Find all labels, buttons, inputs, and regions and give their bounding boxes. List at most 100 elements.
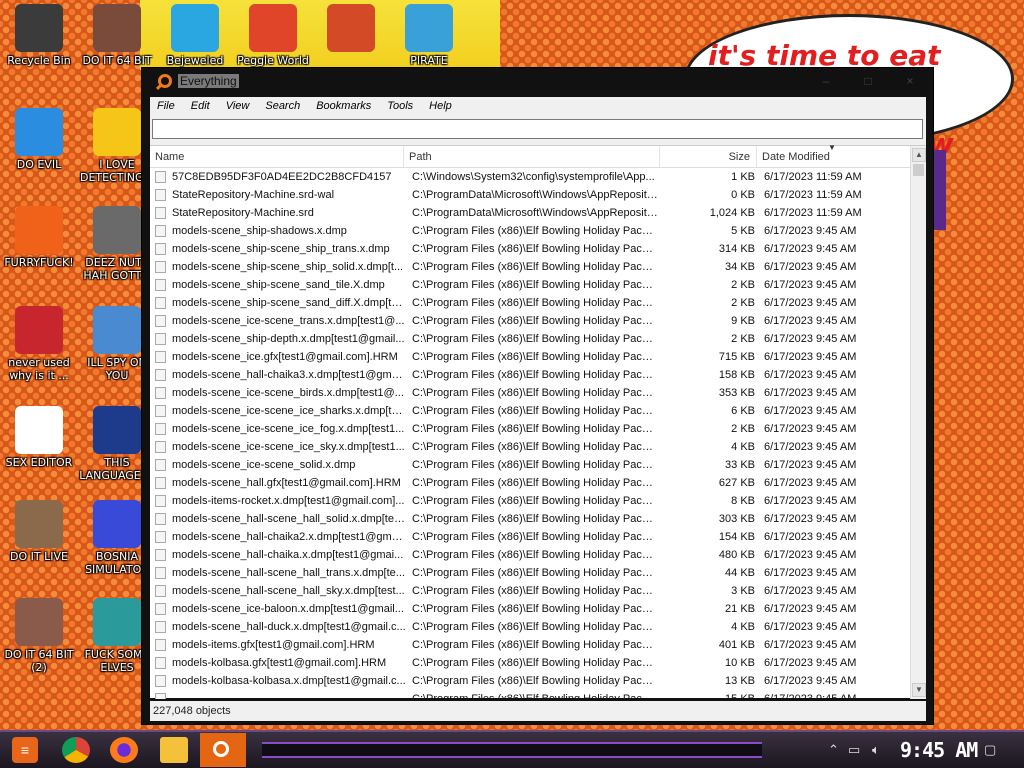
- file-date-cell: 6/17/2023 11:59 AM: [764, 171, 862, 183]
- table-row[interactable]: models-scene_ship-scene_sand_tile.X.dmp C…: [150, 276, 910, 294]
- start-button[interactable]: ≡: [12, 737, 38, 763]
- table-row[interactable]: models-scene_hall.gfx[test1@gmail.com].H…: [150, 474, 910, 492]
- scroll-thumb[interactable]: [913, 164, 924, 176]
- desktop-icon-do-it-live[interactable]: DO IT LIVE: [0, 500, 78, 563]
- menu-view[interactable]: View: [219, 100, 259, 112]
- file-icon: [155, 675, 166, 687]
- file-name-cell: models-kolbasa.gfx[test1@gmail.com].HRM: [172, 657, 387, 669]
- table-row[interactable]: models-scene_ice-baloon.x.dmp[test1@gmai…: [150, 600, 910, 618]
- taskbar-clock[interactable]: 9:45 AM: [900, 738, 978, 762]
- minimize-button[interactable]: –: [805, 68, 847, 94]
- file-name-cell: models-scene_ship-shadows.x.dmp: [172, 225, 347, 237]
- table-row[interactable]: StateRepository-Machine.srd-wal C:\Progra…: [150, 186, 910, 204]
- table-row[interactable]: models-items.gfx[test1@gmail.com].HRM C:\…: [150, 636, 910, 654]
- desktop-icon-dev-cpp[interactable]: never used why is it ...: [0, 306, 78, 382]
- desktop-icon-label: DO IT 64 BIT: [82, 54, 152, 67]
- table-row[interactable]: models-scene_ship-scene_sand_diff.X.dmp[…: [150, 294, 910, 312]
- file-path-cell: C:\Program Files (x86)\Elf Bowling Holid…: [412, 297, 658, 309]
- table-row[interactable]: models-scene_ship-depth.x.dmp[test1@gmai…: [150, 330, 910, 348]
- table-row[interactable]: models-scene_ice-scene_ice_sky.x.dmp[tes…: [150, 438, 910, 456]
- scroll-up-button[interactable]: ▲: [912, 148, 926, 162]
- table-row[interactable]: 57C8EDB95DF3F0AD4EE2DC2B8CFD4157 C:\Windo…: [150, 168, 910, 186]
- file-icon: [155, 225, 166, 237]
- menu-search[interactable]: Search: [258, 100, 309, 112]
- file-path-cell: C:\Program Files (x86)\Elf Bowling Holid…: [412, 603, 658, 615]
- file-path-cell: C:\Program Files (x86)\Elf Bowling Holid…: [412, 279, 658, 291]
- desktop-icon-pirate[interactable]: PIRATE: [390, 4, 468, 67]
- table-row[interactable]: models-scene_hall-chaika2.x.dmp[test1@gm…: [150, 528, 910, 546]
- desktop-icon-firefox[interactable]: FURRYFUCK!: [0, 206, 78, 269]
- table-row[interactable]: models-scene_ice-scene_solid.x.dmp C:\Pro…: [150, 456, 910, 474]
- table-row[interactable]: ... C:\Program Files (x86)\Elf Bowling Ho…: [150, 690, 910, 699]
- file-size-cell: 4 KB: [731, 621, 755, 633]
- file-name-cell: StateRepository-Machine.srd-wal: [172, 189, 335, 201]
- file-icon: [155, 639, 166, 651]
- file-size-cell: 3 KB: [731, 585, 755, 597]
- table-row[interactable]: models-scene_ship-shadows.x.dmp C:\Progra…: [150, 222, 910, 240]
- table-row[interactable]: models-scene_ship-scene_ship_solid.x.dmp…: [150, 258, 910, 276]
- search-input[interactable]: [152, 119, 923, 139]
- desktop-icon-powerpoint[interactable]: [312, 4, 390, 52]
- title-bar[interactable]: Everything – □ ×: [142, 68, 933, 94]
- table-row[interactable]: models-scene_hall-scene_hall_sky.x.dmp[t…: [150, 582, 910, 600]
- file-date-cell: 6/17/2023 9:45 AM: [764, 261, 857, 273]
- table-row[interactable]: StateRepository-Machine.srd C:\ProgramDat…: [150, 204, 910, 222]
- deez-nuts-icon: [93, 206, 141, 254]
- chevron-up-icon[interactable]: ⌃: [828, 742, 839, 758]
- file-date-cell: 6/17/2023 11:59 AM: [764, 189, 862, 201]
- table-row[interactable]: models-scene_ice.gfx[test1@gmail.com].HR…: [150, 348, 910, 366]
- desktop-icon-do-it-64-bit-2[interactable]: DO IT 64 BIT (2): [0, 598, 78, 674]
- firefox-taskbar-icon[interactable]: [110, 737, 138, 763]
- column-header-size[interactable]: Size: [660, 146, 757, 168]
- scroll-down-button[interactable]: ▼: [912, 683, 926, 697]
- table-row[interactable]: models-scene_ice-scene_birds.x.dmp[test1…: [150, 384, 910, 402]
- everything-taskbar-button[interactable]: [200, 733, 246, 767]
- file-icon: [155, 351, 166, 363]
- file-size-cell: 4 KB: [731, 441, 755, 453]
- table-row[interactable]: models-scene_hall-scene_hall_solid.x.dmp…: [150, 510, 910, 528]
- table-row[interactable]: models-scene_ice-scene_ice_sharks.x.dmp[…: [150, 402, 910, 420]
- file-name-cell: models-scene_ice-scene_ice_fog.x.dmp[tes…: [172, 423, 405, 435]
- column-header-name[interactable]: Name: [150, 146, 404, 168]
- file-name-cell: models-scene_ice-scene_solid.x.dmp: [172, 459, 356, 471]
- menu-edit[interactable]: Edit: [184, 100, 219, 112]
- table-row[interactable]: models-scene_ice-scene_ice_fog.x.dmp[tes…: [150, 420, 910, 438]
- menu-bookmarks[interactable]: Bookmarks: [309, 100, 380, 112]
- file-icon: [155, 459, 166, 471]
- file-path-cell: C:\Program Files (x86)\Elf Bowling Holid…: [412, 369, 658, 381]
- desktop-icon-do-it-64-bit[interactable]: DO IT 64 BIT: [78, 4, 156, 67]
- table-row[interactable]: models-kolbasa-kolbasa.x.dmp[test1@gmail…: [150, 672, 910, 690]
- vertical-scrollbar[interactable]: ▲ ▼: [910, 146, 926, 699]
- desktop-icon-bejeweled[interactable]: Bejeweled: [156, 4, 234, 67]
- maximize-button[interactable]: □: [847, 68, 889, 94]
- table-row[interactable]: models-scene_hall-chaika3.x.dmp[test1@gm…: [150, 366, 910, 384]
- network-icon[interactable]: ▭: [848, 742, 860, 758]
- file-path-cell: C:\Program Files (x86)\Elf Bowling Holid…: [412, 567, 658, 579]
- desktop-icon-hxd[interactable]: SEX EDITOR: [0, 406, 78, 469]
- table-row[interactable]: models-scene_hall-scene_hall_trans.x.dmp…: [150, 564, 910, 582]
- chrome-taskbar-icon[interactable]: [62, 737, 90, 763]
- desktop-icon-chrome[interactable]: DO EVIL: [0, 108, 78, 171]
- menu-file[interactable]: File: [150, 100, 184, 112]
- file-path-cell: C:\Program Files (x86)\Elf Bowling Holid…: [412, 693, 658, 699]
- file-name-cell: models-scene_ship-depth.x.dmp[test1@gmai…: [172, 333, 405, 345]
- magnifier-icon: [158, 74, 172, 88]
- file-explorer-taskbar-icon[interactable]: [160, 737, 188, 763]
- file-size-cell: 1 KB: [731, 171, 755, 183]
- file-path-cell: C:\Program Files (x86)\Elf Bowling Holid…: [412, 423, 658, 435]
- table-row[interactable]: models-scene_ship-scene_ship_trans.x.dmp…: [150, 240, 910, 258]
- table-row[interactable]: models-scene_ice-scene_trans.x.dmp[test1…: [150, 312, 910, 330]
- table-row[interactable]: models-scene_hall-chaika.x.dmp[test1@gma…: [150, 546, 910, 564]
- column-header-path[interactable]: Path: [404, 146, 660, 168]
- close-button[interactable]: ×: [889, 68, 931, 94]
- desktop-icon-label: SEX EDITOR: [5, 456, 73, 469]
- table-row[interactable]: models-items-rocket.x.dmp[test1@gmail.co…: [150, 492, 910, 510]
- desktop-icon-recycle-bin[interactable]: Recycle Bin: [0, 4, 78, 67]
- notification-icon[interactable]: ▢: [984, 742, 996, 758]
- file-icon: [155, 585, 166, 597]
- volume-icon[interactable]: 🔈︎: [872, 742, 880, 758]
- table-row[interactable]: models-kolbasa.gfx[test1@gmail.com].HRM C…: [150, 654, 910, 672]
- menu-help[interactable]: Help: [422, 100, 461, 112]
- table-row[interactable]: models-scene_hall-duck.x.dmp[test1@gmail…: [150, 618, 910, 636]
- menu-tools[interactable]: Tools: [380, 100, 422, 112]
